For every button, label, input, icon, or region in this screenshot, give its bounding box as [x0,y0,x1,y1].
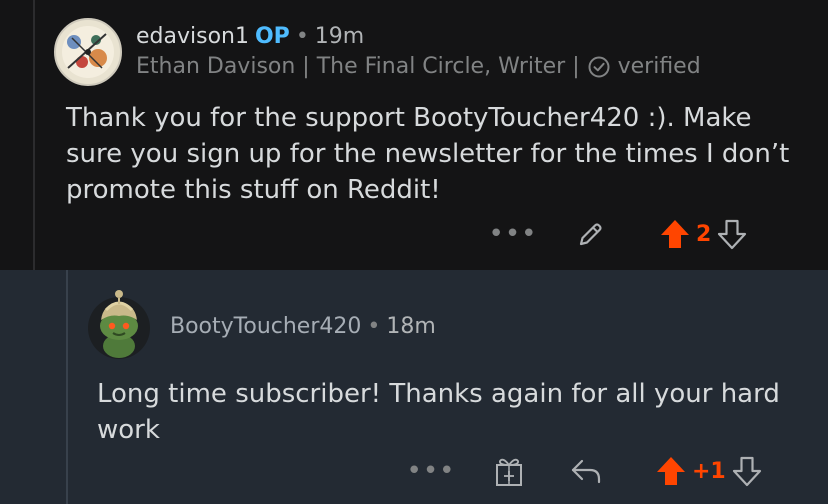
username-link[interactable]: BootyToucher420 [170,314,361,339]
upvote-arrow-icon [661,220,689,248]
downvote-button[interactable] [717,218,747,250]
thread-line[interactable] [33,0,35,270]
award-button[interactable] [494,455,524,487]
downvote-arrow-icon [732,456,761,487]
flair-text: Ethan Davison | The Final Circle, Writer… [136,54,580,79]
comment-actions: ••• 2 [489,218,747,250]
reply-arrow-icon [571,459,601,484]
more-options-button[interactable]: ••• [489,219,537,249]
reply-comment: BootyToucher420 • 18m Long time subscriber… [0,270,828,504]
user-avatar[interactable] [54,18,122,86]
username-link[interactable]: edavison1 [136,24,249,49]
more-options-button[interactable]: ••• [407,456,455,486]
timestamp[interactable]: 19m [315,24,364,49]
verified-label: verified [617,54,701,79]
comment-actions: ••• +1 [407,455,762,487]
comment-header: edavison1 OP • 19m [136,23,364,51]
edit-pencil-icon [579,223,602,246]
snoo-avatar [88,290,150,359]
op-badge: OP [254,24,290,49]
separator-dot: • [367,314,381,339]
reply-button[interactable] [570,457,602,485]
vote-score: +1 [692,458,726,484]
user-avatar[interactable] [86,286,152,360]
avatar-art [54,18,122,86]
upvote-arrow-icon [657,457,685,485]
parent-comment: edavison1 OP • 19m Ethan Davison | The Fina… [0,0,828,270]
downvote-arrow-icon [718,219,747,250]
edit-button[interactable] [576,219,606,249]
upvote-button[interactable] [660,218,690,250]
user-flair: Ethan Davison | The Final Circle, Writer… [136,53,701,81]
comment-body: Long time subscriber! Thanks again for a… [97,379,780,445]
thread-line[interactable] [66,270,68,504]
downvote-button[interactable] [732,455,762,487]
comment-body: Thank you for the support BootyToucher42… [66,103,790,205]
award-gift-icon [496,458,522,486]
separator-dot: • [295,24,309,49]
vote-score: 2 [696,221,712,247]
comment-header: BootyToucher420 • 18m [170,313,436,341]
timestamp[interactable]: 18m [386,314,435,339]
verified-check-icon [588,56,610,78]
upvote-button[interactable] [656,455,686,487]
